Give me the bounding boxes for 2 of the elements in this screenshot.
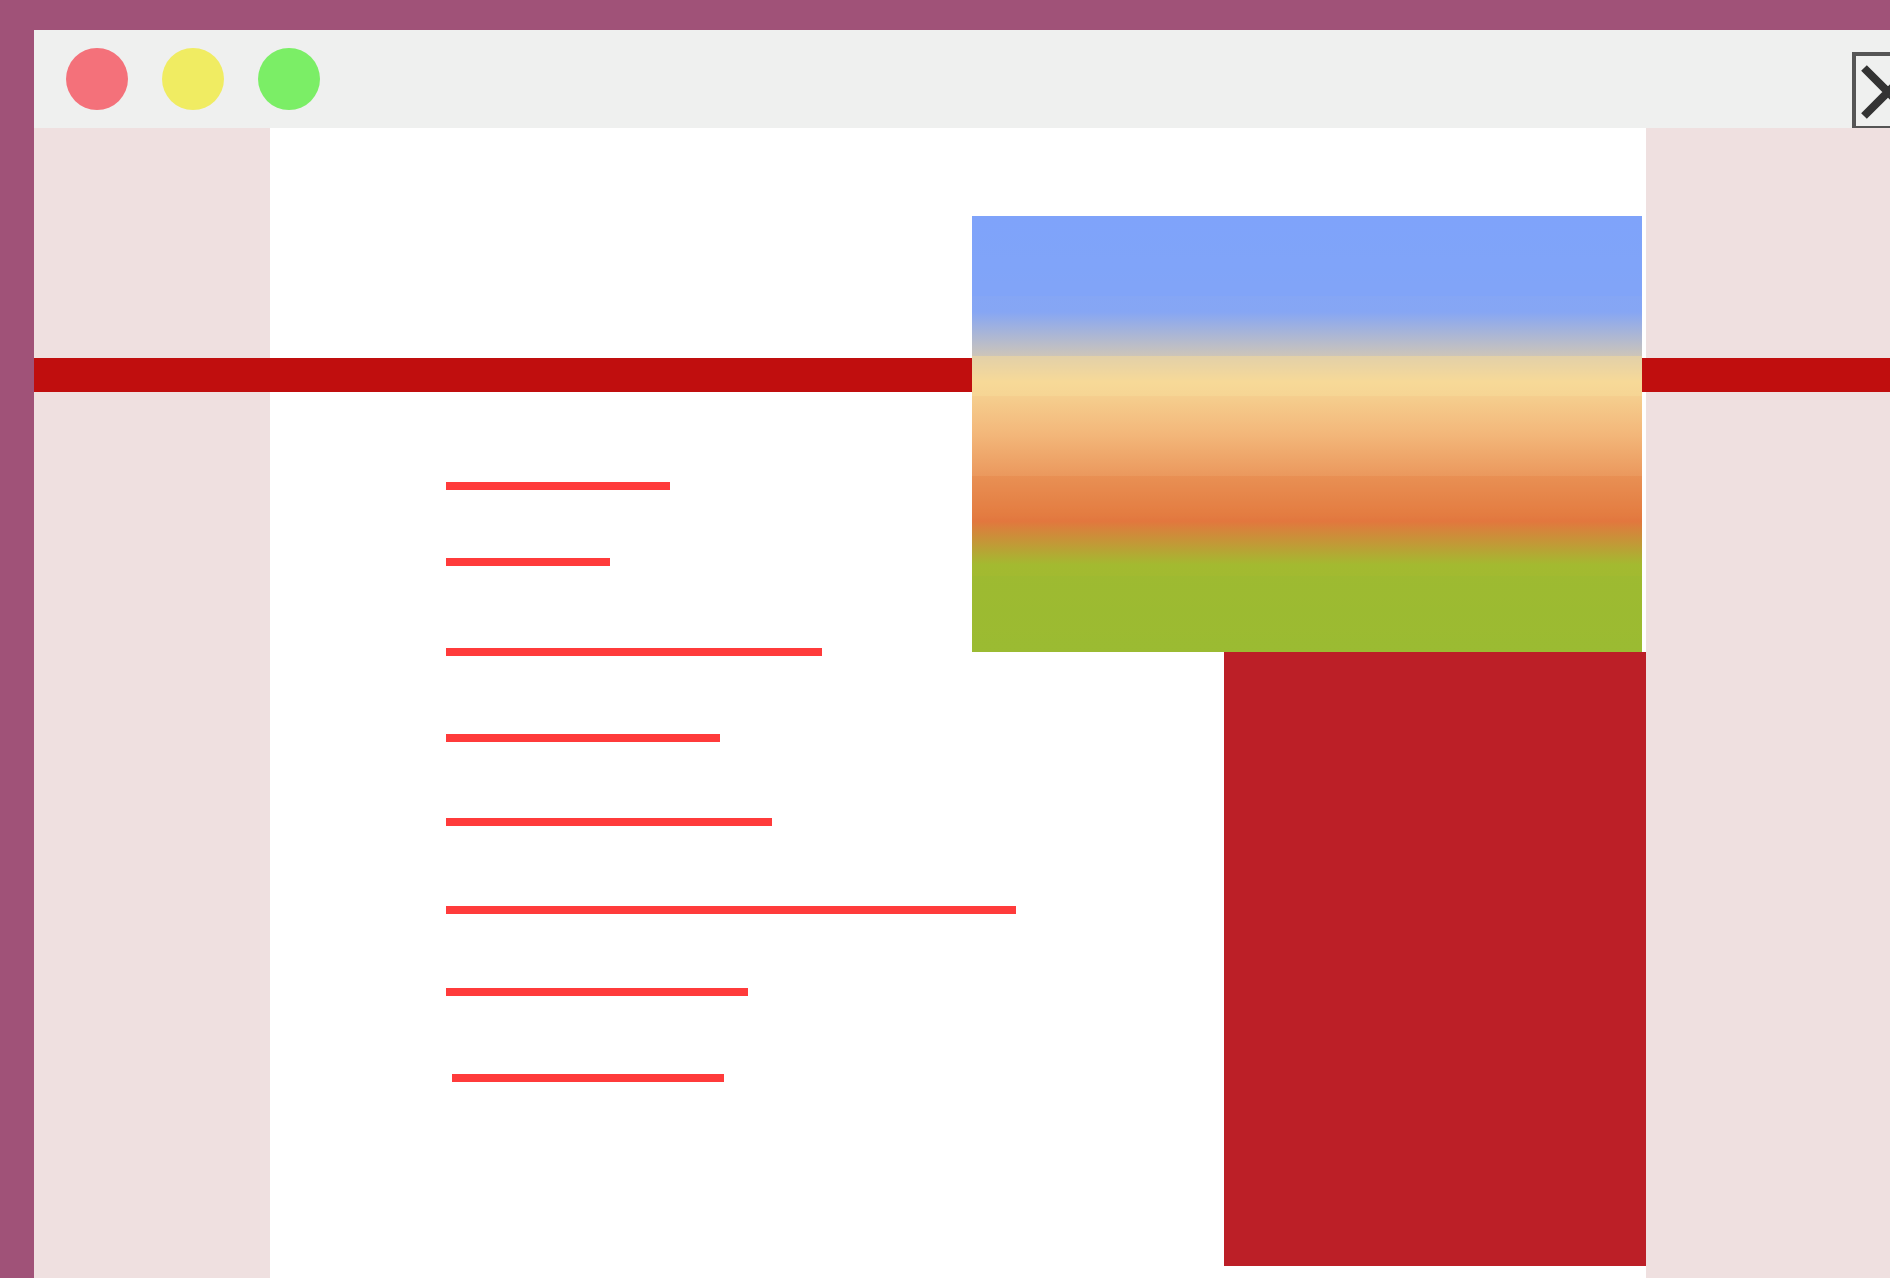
window-control[interactable] [66, 48, 128, 110]
window-control[interactable] [258, 48, 320, 110]
